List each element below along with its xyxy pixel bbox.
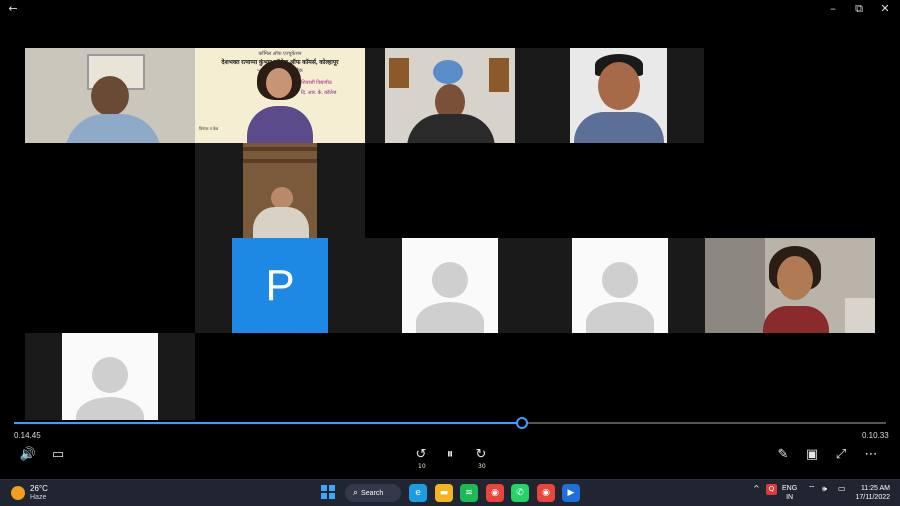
weather-condition[interactable]: Haze	[30, 494, 46, 501]
taskbar-clock[interactable]: 11:25 AM 17/11/2022	[854, 484, 890, 502]
participant-tile-3	[385, 48, 515, 143]
search-icon: ⌕	[353, 488, 359, 498]
region-code: IN	[786, 494, 794, 501]
participant-tile-7	[365, 238, 535, 333]
wall-patch	[845, 298, 875, 333]
taskbar-app-chrome-icon[interactable]: ◉	[486, 484, 504, 502]
participant-head	[598, 62, 640, 110]
taskbar-app-chrome-profile-icon[interactable]: ◉	[537, 484, 555, 502]
participant-tile-6: P	[195, 238, 365, 333]
seek-bar-thumb[interactable]	[516, 417, 528, 429]
ceiling-beam	[243, 147, 317, 151]
start-button[interactable]	[321, 485, 337, 501]
wall-frame	[389, 58, 409, 88]
participant-tile-5	[195, 143, 365, 238]
participant-tile-8	[535, 238, 705, 333]
windows-logo-icon-part	[329, 485, 335, 491]
participant-tile-9	[705, 238, 875, 333]
participant-head	[266, 68, 292, 98]
captions-icon[interactable]: ▭	[47, 444, 69, 466]
taskbar-search-box[interactable]: ⌕ Search	[345, 484, 401, 502]
participant-body	[253, 207, 309, 238]
clock-date: 17/11/2022	[855, 494, 890, 501]
empty-tile	[515, 48, 570, 143]
clock-time: 11:25 AM	[860, 485, 890, 492]
miniplayer-icon[interactable]: ▣	[801, 444, 823, 466]
windows-taskbar: 26°C Haze ⌕ Search e ▬ ≋ ◉ ✆ ◉ ▶ ^ Q ENG IN ⌔ 🕪…	[0, 479, 900, 506]
wall-emblem	[433, 60, 463, 84]
participant-tile-2: कॉमिल ऑफ एज्युकेशन देशभक्त रत्नाप्पा कुं…	[195, 48, 365, 143]
forward-30-button[interactable]: ↻ 30	[470, 444, 492, 470]
back-arrow-icon[interactable]: ←	[2, 1, 24, 17]
avatar-body-icon	[586, 302, 654, 333]
participant-body	[247, 106, 313, 143]
empty-tile	[365, 48, 385, 143]
poster-line-4: शिवाजी विद्यापीठ	[301, 80, 332, 86]
window-title-bar: ← – ⧉ ✕	[0, 0, 900, 18]
tray-overflow-chevron-icon[interactable]: ^	[753, 484, 760, 493]
taskbar-app-whatsapp-icon[interactable]: ✆	[511, 484, 529, 502]
taskbar-app-file-explorer-icon[interactable]: ▬	[435, 484, 453, 502]
tray-app-icon[interactable]: Q	[766, 484, 777, 495]
empty-tile	[667, 48, 704, 143]
avatar-head-icon	[92, 357, 128, 393]
avatar-body-icon	[416, 302, 484, 333]
fullscreen-icon[interactable]: ⤢	[830, 444, 852, 466]
battery-icon[interactable]: ▭	[838, 484, 846, 493]
default-avatar	[62, 333, 158, 420]
video-frame[interactable]: कॉमिल ऑफ एज्युकेशन देशभक्त रत्नाप्पा कुं…	[0, 18, 900, 420]
input-language-indicator[interactable]: ENG IN	[782, 484, 797, 502]
volume-icon[interactable]: 🔊	[17, 444, 39, 466]
participant-body	[65, 114, 161, 143]
default-avatar	[572, 238, 668, 333]
windows-logo-icon-part	[329, 493, 335, 499]
more-options-icon[interactable]: ⋯	[860, 444, 882, 466]
seek-bar-progress	[14, 422, 522, 424]
participant-body	[574, 112, 664, 143]
ceiling-beam	[243, 159, 317, 163]
participant-tile-10	[25, 333, 195, 420]
avatar-body-icon	[76, 397, 144, 420]
poster-line-5: दि. आर. के. कॉलेज	[301, 90, 337, 96]
search-label: Search	[361, 490, 384, 497]
participant-head	[91, 76, 129, 116]
weather-temperature[interactable]: 26°C	[30, 484, 48, 493]
default-avatar	[402, 238, 498, 333]
participant-body	[407, 114, 495, 143]
avatar-head-icon	[602, 262, 638, 298]
participant-head	[271, 187, 293, 209]
forward-seconds: 30	[478, 463, 486, 470]
weather-haze-icon[interactable]	[11, 486, 25, 500]
pause-button[interactable]: ⏸	[439, 444, 461, 466]
participant-tile-4	[570, 48, 667, 143]
participant-tile-1	[25, 48, 195, 143]
windows-logo-icon	[321, 485, 327, 491]
taskbar-app-media-player-icon[interactable]: ▶	[562, 484, 580, 502]
rewind-seconds: 10	[418, 463, 426, 470]
language-code: ENG	[782, 485, 798, 492]
wall-frame	[489, 58, 509, 92]
elapsed-time: 0.14.45	[14, 431, 41, 440]
participant-head	[777, 256, 813, 300]
participant-initial-avatar: P	[232, 238, 328, 333]
minimize-button[interactable]: –	[822, 1, 844, 17]
speaker-icon[interactable]: 🕪	[822, 484, 827, 494]
avatar-head-icon	[432, 262, 468, 298]
windows-logo-icon-part	[321, 493, 327, 499]
poster-line-1: कॉमिल ऑफ एज्युकेशन	[258, 51, 302, 57]
taskbar-app-edge-icon[interactable]: e	[409, 484, 427, 502]
wifi-icon[interactable]: ⌔	[808, 484, 816, 494]
edit-icon[interactable]: ✎	[772, 444, 794, 466]
window-grill	[705, 238, 765, 333]
taskbar-app-spotify-icon[interactable]: ≋	[460, 484, 478, 502]
restore-button[interactable]: ⧉	[848, 1, 870, 17]
close-button[interactable]: ✕	[874, 1, 896, 17]
remaining-time: 0.10.33	[862, 431, 889, 440]
rewind-10-button[interactable]: ↺ 10	[410, 444, 432, 470]
participant-body	[763, 306, 829, 333]
